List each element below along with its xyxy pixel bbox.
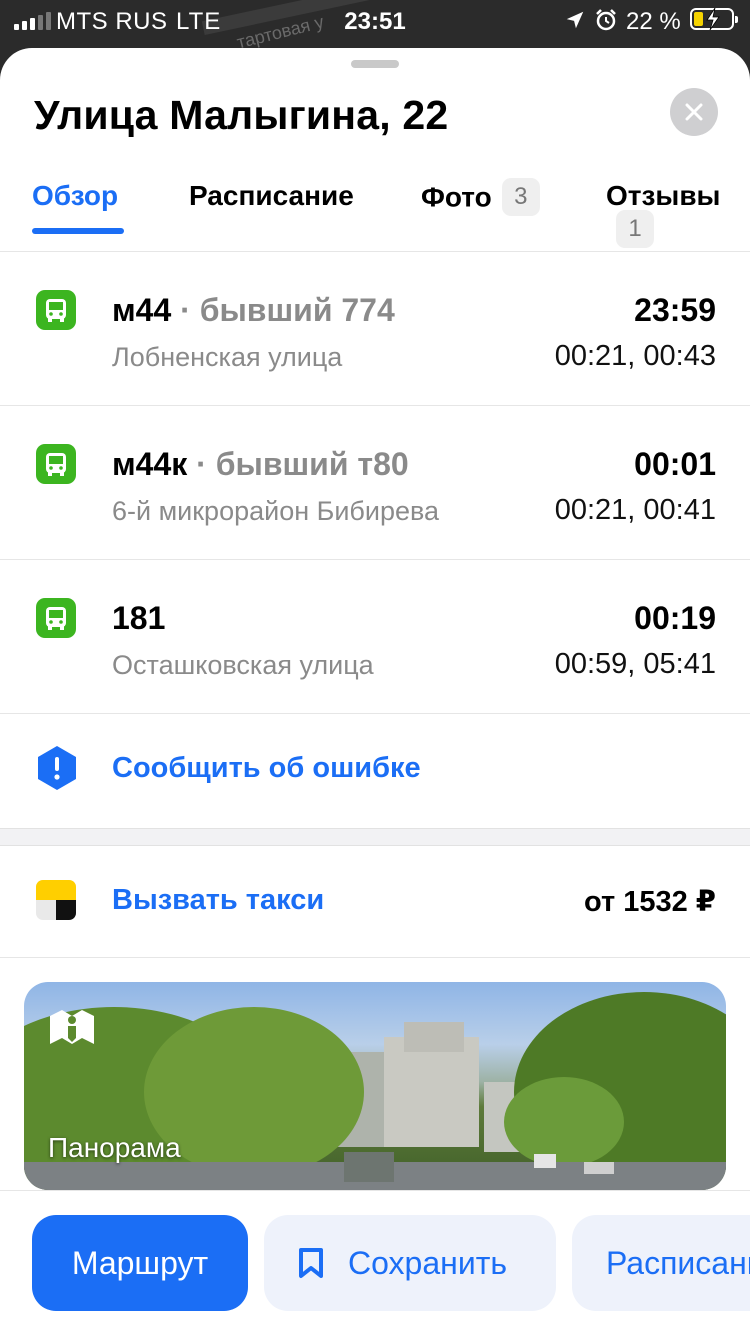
tab-active-indicator bbox=[32, 228, 124, 234]
status-bar: MTS RUS LTE 23:51 22 % bbox=[0, 0, 750, 44]
route-destination: Лобненская улица bbox=[112, 342, 343, 372]
route-next-arrival: 23:59 bbox=[634, 292, 716, 328]
tab-label: Расписание bbox=[189, 180, 354, 211]
warning-hexagon-icon bbox=[38, 746, 76, 790]
tab-schedule[interactable]: Расписание bbox=[189, 180, 354, 212]
save-button-label: Сохранить bbox=[348, 1244, 508, 1281]
save-button[interactable]: Сохранить bbox=[264, 1215, 556, 1311]
battery-charging-icon bbox=[690, 8, 738, 30]
tab-photos[interactable]: Фото 3 bbox=[421, 178, 540, 218]
tab-label: Фото bbox=[421, 181, 492, 213]
alarm-icon bbox=[596, 9, 616, 31]
place-card-sheet: Улица Малыгина, 22 Обзор Расписание Фото… bbox=[0, 48, 750, 1334]
tab-reviews[interactable]: Отзывы1 bbox=[606, 180, 750, 250]
route-button-label: Маршрут bbox=[71, 1244, 209, 1281]
call-taxi-link[interactable]: Вызвать такси bbox=[112, 884, 324, 917]
route-number-text: 181 bbox=[112, 600, 166, 636]
tab-label: Обзор bbox=[32, 180, 119, 211]
route-row[interactable]: м44к · бывший т80 6-й микрорайон Бибирев… bbox=[0, 406, 750, 560]
panorama-icon bbox=[50, 1010, 94, 1044]
route-button[interactable]: Маршрут bbox=[32, 1215, 248, 1311]
tab-bar: Обзор Расписание Фото 3 Отзывы1 bbox=[0, 168, 750, 252]
action-bar: Маршрут Сохранить Расписание bbox=[0, 1190, 750, 1334]
photos-count-badge: 3 bbox=[501, 178, 540, 216]
route-row[interactable]: 181 Осташковская улица 00:19 00:59, 05:4… bbox=[0, 560, 750, 714]
route-later-arrivals: 00:21, 00:43 bbox=[554, 340, 716, 372]
panorama-preview[interactable]: Панорама bbox=[24, 982, 726, 1190]
sheet-grabber[interactable] bbox=[351, 60, 399, 68]
panorama-label: Панорама bbox=[48, 1132, 181, 1163]
tab-label: Отзывы bbox=[606, 180, 721, 211]
route-next-arrival: 00:19 bbox=[634, 600, 716, 636]
route-number: м44к · бывший т80 bbox=[112, 446, 409, 483]
route-former-number: · бывший т80 bbox=[196, 446, 409, 482]
route-later-arrivals: 00:59, 05:41 bbox=[554, 648, 716, 680]
battery-percent: 22 % bbox=[626, 8, 681, 35]
route-later-arrivals: 00:21, 00:41 bbox=[554, 494, 716, 526]
taxi-price: от 1532 ₽ bbox=[583, 886, 716, 918]
report-error-row[interactable]: Сообщить об ошибке bbox=[0, 714, 750, 828]
schedule-button[interactable]: Расписание bbox=[572, 1215, 750, 1311]
schedule-button-label: Расписание bbox=[606, 1244, 750, 1281]
page-title: Улица Малыгина, 22 bbox=[34, 92, 449, 138]
route-number-text: м44 bbox=[112, 292, 172, 328]
taxi-row[interactable]: Вызвать такси от 1532 ₽ bbox=[0, 846, 750, 958]
bus-icon bbox=[36, 290, 76, 330]
reviews-count-badge: 1 bbox=[616, 210, 654, 248]
tab-overview[interactable]: Обзор bbox=[32, 180, 118, 212]
route-next-arrival: 00:01 bbox=[634, 446, 716, 482]
location-arrow-icon bbox=[566, 11, 584, 29]
close-button[interactable] bbox=[670, 88, 718, 136]
route-row[interactable]: м44 · бывший 774 Лобненская улица 23:59 … bbox=[0, 252, 750, 406]
report-error-link[interactable]: Сообщить об ошибке bbox=[112, 752, 421, 785]
taxi-icon bbox=[36, 880, 76, 920]
bus-icon bbox=[36, 444, 76, 484]
section-divider bbox=[0, 828, 750, 846]
close-icon bbox=[685, 103, 703, 121]
route-former-number: · бывший 774 bbox=[180, 292, 395, 328]
route-destination: Осташковская улица bbox=[112, 650, 374, 680]
bus-icon bbox=[36, 598, 76, 638]
route-number: м44 · бывший 774 bbox=[112, 292, 395, 329]
route-number-text: м44к bbox=[112, 446, 188, 482]
bookmark-icon bbox=[299, 1248, 323, 1278]
route-number: 181 bbox=[112, 600, 165, 637]
route-destination: 6-й микрорайон Бибирева bbox=[112, 496, 440, 526]
